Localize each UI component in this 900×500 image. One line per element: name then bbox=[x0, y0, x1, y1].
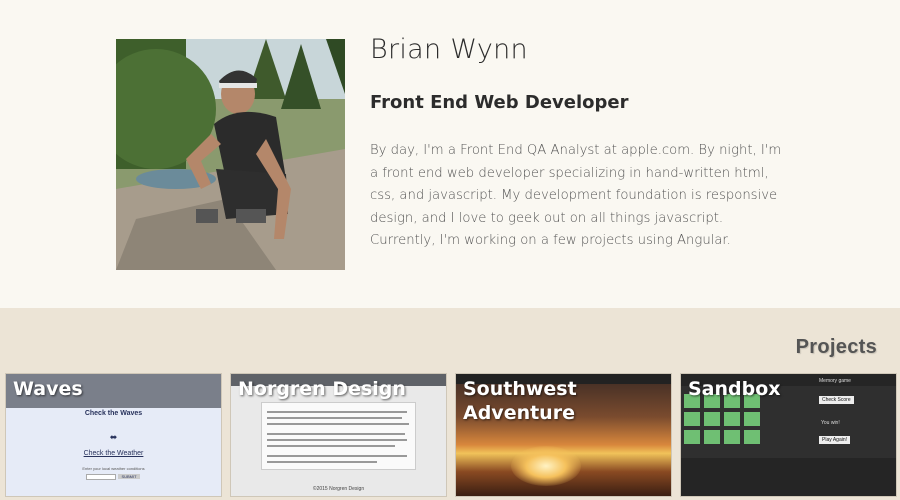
thumbnail-link: Check the Weather bbox=[83, 450, 144, 457]
thumbnail-footer: ©2015 Norgren Design bbox=[312, 486, 365, 492]
project-label-southwest-adventure: Southwest Adventure bbox=[463, 378, 577, 424]
memory-grid bbox=[684, 394, 767, 456]
profile-bio: By day, I'm a Front End QA Analyst at ap… bbox=[370, 143, 782, 248]
thumbnail-button: Play Again! bbox=[819, 436, 851, 444]
profile-role: Front End Web Developer bbox=[370, 92, 629, 113]
thumbnail-input bbox=[86, 474, 116, 480]
thumbnail-icon: ⬌ bbox=[109, 432, 118, 442]
thumbnail-document bbox=[261, 402, 416, 470]
thumbnail-button: SUBMIT bbox=[118, 474, 140, 479]
projects-section: Projects Check the Waves ⬌ Check the Wea… bbox=[0, 308, 900, 500]
project-label-waves: Waves bbox=[13, 378, 83, 400]
project-card-waves[interactable]: Check the Waves ⬌ Check the Weather Ente… bbox=[5, 373, 222, 497]
project-label-norgren-design: Norgren Design bbox=[238, 378, 406, 400]
thumbnail-result: You win! bbox=[821, 420, 840, 426]
thumbnail-caption: Enter your local weather conditions bbox=[82, 466, 145, 471]
profile-photo bbox=[116, 39, 345, 270]
profile-name: Brian Wynn bbox=[370, 34, 528, 65]
project-card-sandbox[interactable]: Memory game Check Score You win! Play Ag… bbox=[680, 373, 897, 497]
project-card-southwest-adventure[interactable]: Southwest Adventure bbox=[455, 373, 672, 497]
thumbnail-sunset bbox=[511, 446, 581, 486]
projects-heading: Projects bbox=[795, 336, 877, 358]
profile-section: Brian Wynn Front End Web Developer By da… bbox=[0, 0, 900, 308]
thumbnail-heading: Check the Waves bbox=[84, 410, 143, 417]
project-label-sandbox: Sandbox bbox=[688, 378, 781, 400]
project-card-norgren-design[interactable]: ©2015 Norgren Design Norgren Design bbox=[230, 373, 447, 497]
